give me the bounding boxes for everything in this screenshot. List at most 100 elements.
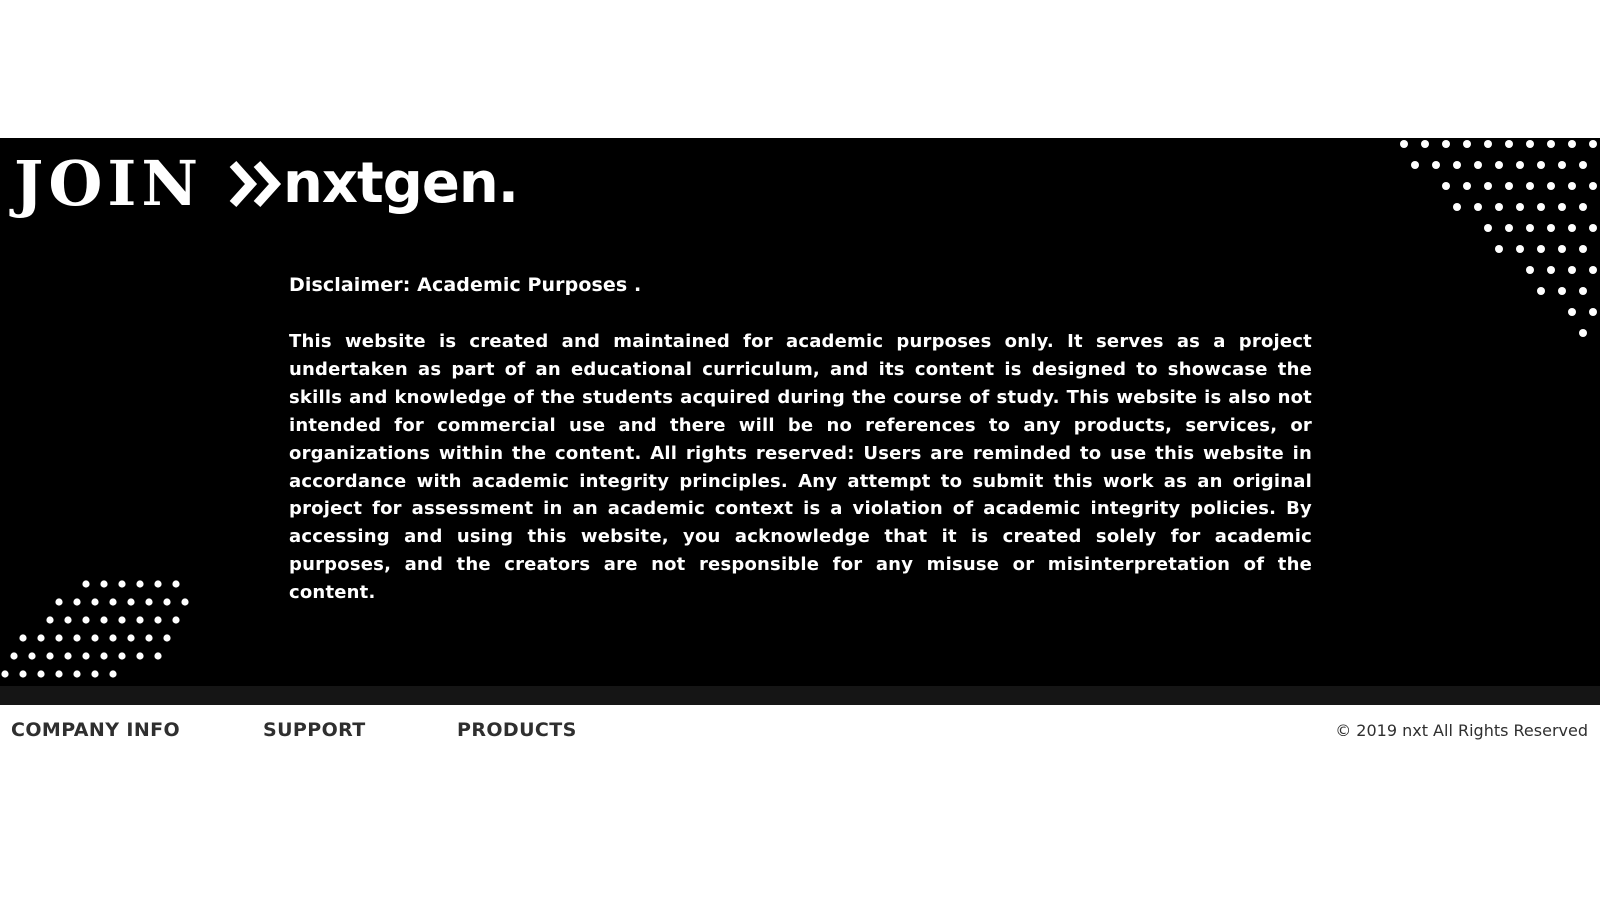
brand-name-text: nxtgen.	[283, 151, 519, 216]
decorative-dot	[1579, 287, 1587, 295]
decorative-dot	[1505, 224, 1513, 232]
decorative-dot	[1589, 308, 1597, 316]
decorative-dot	[1558, 161, 1566, 169]
double-chevron-right-icon	[229, 158, 285, 210]
decorative-dot	[28, 652, 36, 660]
decorative-dot	[118, 580, 126, 588]
decorative-dot	[136, 616, 144, 624]
decorative-dot	[73, 598, 81, 606]
decorative-dot	[145, 634, 153, 642]
decorative-dot	[82, 616, 90, 624]
decorative-dot	[1411, 161, 1419, 169]
decorative-dot	[1558, 287, 1566, 295]
decorative-dot	[1474, 203, 1482, 211]
decorative-dot	[1537, 287, 1545, 295]
decorative-dot	[64, 616, 72, 624]
decorative-dot	[154, 616, 162, 624]
decorative-dot	[1484, 140, 1492, 148]
footer-link-company-info[interactable]: COMPANY INFO	[11, 719, 180, 741]
decorative-dot	[1505, 182, 1513, 190]
decorative-dot	[46, 616, 54, 624]
decorative-dot	[1526, 266, 1534, 274]
decorative-dot	[1526, 182, 1534, 190]
decorative-dot	[109, 670, 117, 678]
decorative-dot	[136, 652, 144, 660]
decorative-dot	[127, 634, 135, 642]
decorative-dot	[73, 634, 81, 642]
decorative-dot	[1516, 161, 1524, 169]
decorative-dot	[37, 670, 45, 678]
decorative-dot	[1537, 203, 1545, 211]
decorative-dot	[100, 616, 108, 624]
decorative-dot	[1589, 140, 1597, 148]
footer: COMPANY INFO SUPPORT PRODUCTS © 2019 nxt…	[0, 705, 1600, 763]
decorative-dot	[55, 670, 63, 678]
decorative-dot	[1516, 245, 1524, 253]
decorative-dot	[46, 652, 54, 660]
decorative-dot	[118, 616, 126, 624]
decorative-dot	[1579, 161, 1587, 169]
decorative-dot	[1442, 182, 1450, 190]
decorative-dot	[145, 598, 153, 606]
decorative-dot	[1495, 245, 1503, 253]
decorative-dot	[82, 580, 90, 588]
decorative-dot	[118, 652, 126, 660]
decorative-dot	[1463, 182, 1471, 190]
decorative-dot	[163, 634, 171, 642]
decorative-dot	[127, 598, 135, 606]
decorative-dot	[55, 598, 63, 606]
disclaimer-block: Disclaimer: Academic Purposes . This web…	[289, 272, 1312, 607]
disclaimer-title: Disclaimer: Academic Purposes .	[289, 274, 642, 296]
decorative-dot	[1474, 161, 1482, 169]
brand-join-text: JOIN	[14, 147, 204, 220]
decorative-dot	[91, 598, 99, 606]
decorative-dot	[1484, 224, 1492, 232]
decorative-dot	[1526, 224, 1534, 232]
footer-link-products[interactable]: PRODUCTS	[457, 719, 577, 741]
decorative-dot	[1400, 140, 1408, 148]
decorative-dot	[1, 670, 9, 678]
decorative-dot	[1421, 140, 1429, 148]
decorative-dot	[1537, 245, 1545, 253]
decorative-dot	[1453, 161, 1461, 169]
page: JOIN nxtgen. Disclaimer: Academic Purpos…	[0, 0, 1600, 900]
decorative-dot	[1568, 266, 1576, 274]
decorative-dot	[154, 652, 162, 660]
decorative-dot	[10, 652, 18, 660]
decorative-dot	[1526, 140, 1534, 148]
decorative-dots-bottom-left	[1, 580, 189, 678]
brand-logo[interactable]: JOIN nxtgen.	[14, 144, 519, 224]
decorative-dot	[100, 580, 108, 588]
decorative-dot	[109, 634, 117, 642]
decorative-dot	[100, 652, 108, 660]
decorative-dot	[73, 670, 81, 678]
decorative-dot	[55, 634, 63, 642]
decorative-dot	[1432, 161, 1440, 169]
decorative-dot	[91, 670, 99, 678]
decorative-dot	[1589, 266, 1597, 274]
decorative-dot	[172, 616, 180, 624]
decorative-dot	[1537, 161, 1545, 169]
decorative-dot	[1453, 203, 1461, 211]
decorative-dot	[172, 580, 180, 588]
decorative-dot	[1568, 140, 1576, 148]
decorative-dot	[1547, 182, 1555, 190]
hero-section: JOIN nxtgen. Disclaimer: Academic Purpos…	[0, 138, 1600, 686]
decorative-dot	[1547, 140, 1555, 148]
decorative-dot	[1579, 329, 1587, 337]
decorative-dot	[154, 580, 162, 588]
decorative-dot	[136, 580, 144, 588]
decorative-dot	[1568, 308, 1576, 316]
decorative-dot	[1589, 182, 1597, 190]
decorative-dot	[1547, 224, 1555, 232]
decorative-dot	[181, 598, 189, 606]
decorative-dot	[1568, 224, 1576, 232]
decorative-dot	[1589, 224, 1597, 232]
decorative-dot	[1442, 140, 1450, 148]
decorative-dot	[1495, 203, 1503, 211]
decorative-dot	[1547, 266, 1555, 274]
decorative-dot	[91, 634, 99, 642]
footer-link-support[interactable]: SUPPORT	[263, 719, 366, 741]
decorative-dot	[1516, 203, 1524, 211]
decorative-dot	[109, 598, 117, 606]
